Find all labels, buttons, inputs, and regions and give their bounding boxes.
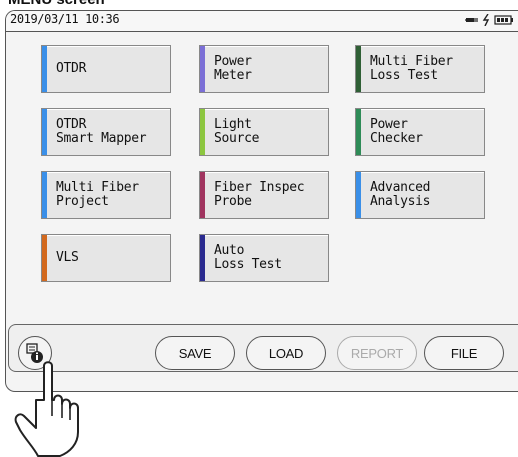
tile-light-source[interactable]: Light Source: [199, 108, 329, 156]
status-datetime: 2019/03/11 10:36: [10, 12, 120, 26]
tile-power-meter[interactable]: Power Meter: [199, 45, 329, 93]
tile-color-bar: [356, 172, 361, 218]
status-bar: 2019/03/11 10:36: [6, 11, 518, 32]
save-button[interactable]: SAVE: [155, 336, 235, 370]
tile-color-bar: [42, 109, 47, 155]
tile-color-bar: [356, 46, 361, 92]
tile-label: VLS: [56, 250, 79, 265]
tile-label: Advanced Analysis: [370, 180, 431, 209]
tile-label: Multi Fiber Project: [56, 180, 139, 209]
file-button[interactable]: FILE: [424, 336, 504, 370]
screen-caption: MENU screen: [8, 0, 105, 8]
report-button: REPORT: [337, 336, 417, 370]
tile-label: OTDR: [56, 61, 87, 76]
tile-power-checker[interactable]: Power Checker: [355, 108, 485, 156]
tile-otdr-smart-mapper[interactable]: OTDR Smart Mapper: [41, 108, 171, 156]
tile-color-bar: [200, 235, 205, 281]
tile-otdr[interactable]: OTDR: [41, 45, 171, 93]
tile-multi-fiber-loss-test[interactable]: Multi Fiber Loss Test: [355, 45, 485, 93]
tile-color-bar: [42, 172, 47, 218]
tile-label: Power Checker: [370, 117, 423, 146]
tile-color-bar: [356, 109, 361, 155]
tile-color-bar: [42, 46, 47, 92]
battery-icon: [494, 15, 513, 25]
tile-color-bar: [42, 235, 47, 281]
tile-multi-fiber-project[interactable]: Multi Fiber Project: [41, 171, 171, 219]
tile-fiber-inspec-probe[interactable]: Fiber Inspec Probe: [199, 171, 329, 219]
tile-label: Multi Fiber Loss Test: [370, 54, 453, 83]
tile-color-bar: [200, 172, 205, 218]
tile-auto-loss-test[interactable]: Auto Loss Test: [199, 234, 329, 282]
status-icons: [465, 14, 514, 26]
tile-label: Power Meter: [214, 54, 252, 83]
tile-label: Auto Loss Test: [214, 243, 282, 272]
tile-label: OTDR Smart Mapper: [56, 117, 147, 146]
ac-power-icon: [465, 18, 478, 22]
tile-label: Light Source: [214, 117, 260, 146]
tile-color-bar: [200, 46, 205, 92]
tap-hand-icon: [14, 361, 79, 457]
tile-label: Fiber Inspec Probe: [214, 180, 305, 209]
tile-advanced-analysis[interactable]: Advanced Analysis: [355, 171, 485, 219]
charging-icon: [482, 14, 490, 26]
load-button[interactable]: LOAD: [246, 336, 326, 370]
tile-vls[interactable]: VLS: [41, 234, 171, 282]
tile-color-bar: [200, 109, 205, 155]
